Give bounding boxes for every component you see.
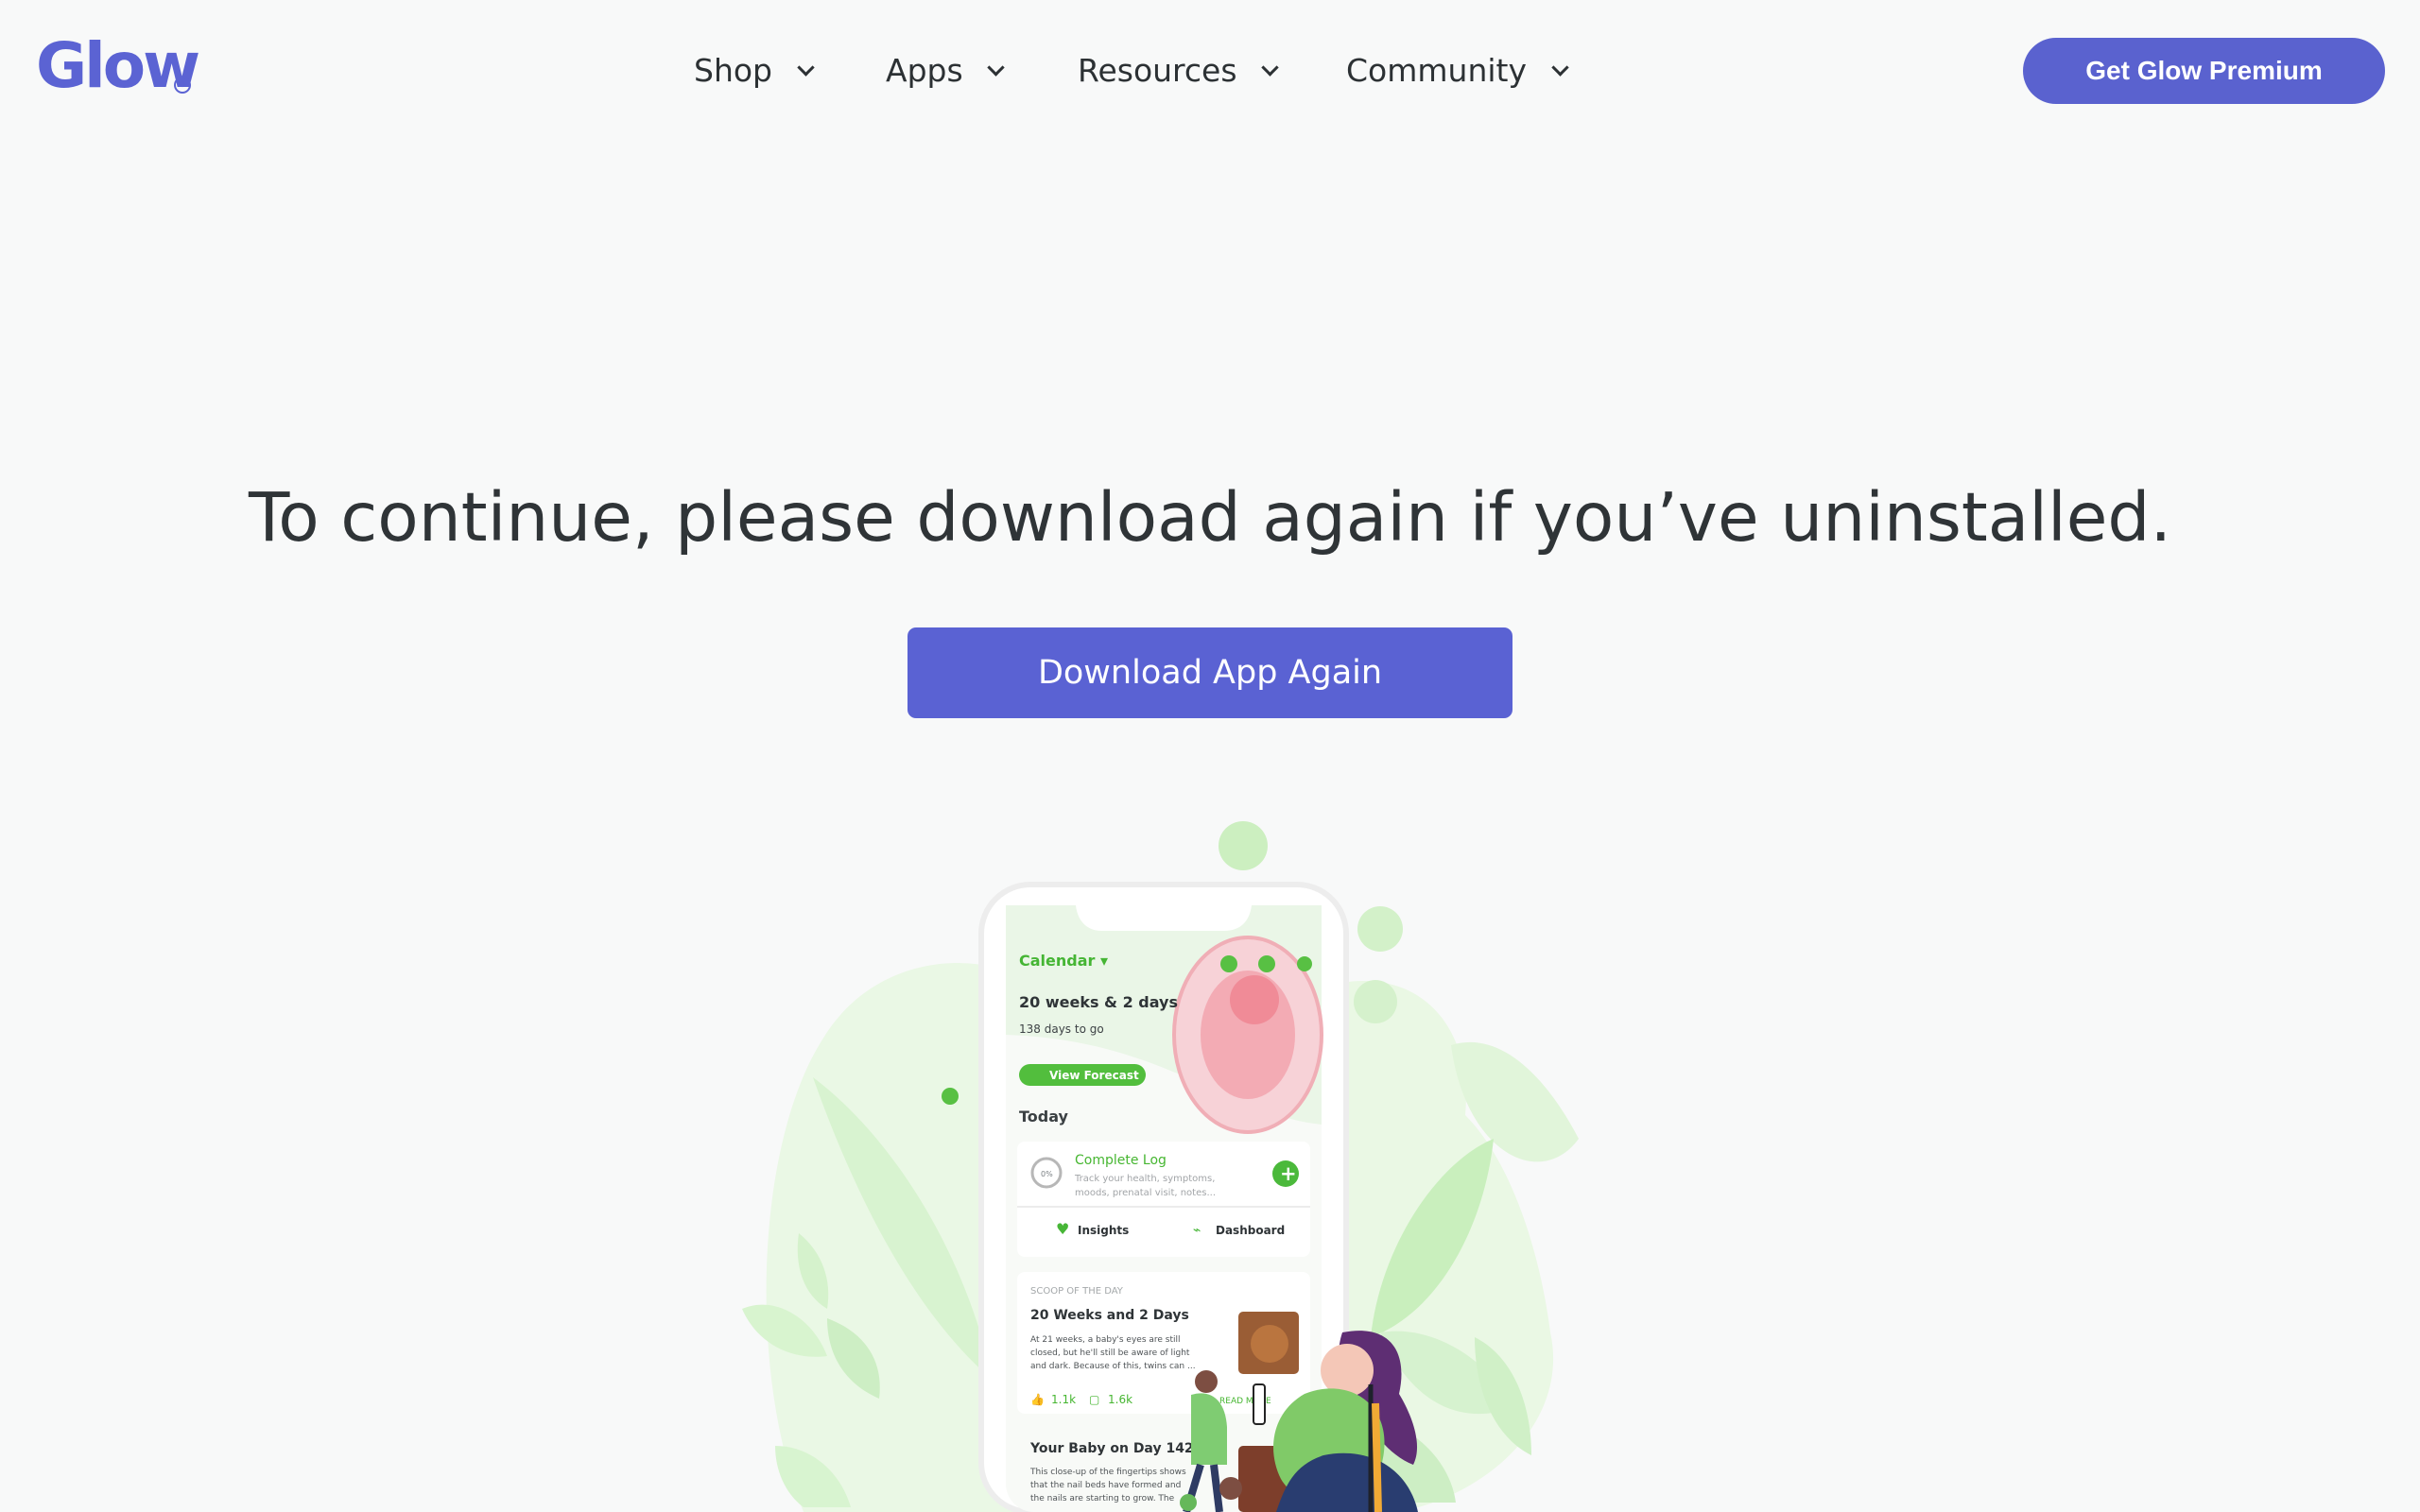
scoop-description-2: closed, but he'll still be aware of ligh… [1030, 1349, 1190, 1358]
comment-icon: ▢ [1089, 1393, 1099, 1406]
today-label: Today [1019, 1108, 1069, 1125]
forecast-button-label: View Forecast [1049, 1069, 1139, 1082]
like-icon: 👍 [1030, 1393, 1045, 1406]
heart-icon: ♥ [1056, 1220, 1069, 1238]
chevron-down-icon [796, 59, 815, 77]
dashboard-label: Dashboard [1216, 1224, 1285, 1237]
page-headline: To continue, please download again if yo… [248, 478, 2172, 557]
get-premium-button[interactable]: Get Glow Premium [2023, 38, 2385, 104]
likes-count: 1.1k [1051, 1393, 1076, 1406]
complete-log-title: Complete Log [1075, 1153, 1167, 1168]
baby-description-2: that the nail beds have formed and [1030, 1481, 1181, 1490]
comments-count: 1.6k [1108, 1393, 1132, 1406]
add-icon: + [1280, 1162, 1297, 1185]
baby-title: Your Baby on Day 142 [1029, 1441, 1194, 1456]
site-header: Glow ® Shop Apps Resources Community Get… [0, 0, 2420, 140]
calendar-label: Calendar ▾ [1019, 952, 1108, 970]
dashboard-icon: ⌁ [1193, 1223, 1201, 1238]
scoop-label: SCOOP OF THE DAY [1030, 1286, 1124, 1297]
log-description-2: moods, prenatal visit, notes... [1075, 1188, 1216, 1198]
baby-description-3: the nails are starting to grow. The [1030, 1494, 1175, 1503]
logo-text: Glow [36, 29, 200, 102]
download-app-button[interactable]: Download App Again [908, 627, 1512, 718]
nav-community[interactable]: Community [1346, 47, 1569, 94]
nav-shop-label: Shop [694, 52, 772, 89]
baby-description-1: This close-up of the fingertips shows [1029, 1468, 1186, 1477]
scoop-title: 20 Weeks and 2 Days [1030, 1308, 1189, 1323]
chevron-down-icon [1261, 59, 1279, 77]
registered-icon: ® [174, 77, 191, 94]
scoop-description-3: and dark. Because of this, twins can ... [1030, 1362, 1196, 1371]
insights-label: Insights [1078, 1224, 1129, 1237]
days-to-go: 138 days to go [1019, 1022, 1104, 1036]
pregnancy-week: 20 weeks & 2 days [1019, 993, 1178, 1011]
nav-apps[interactable]: Apps [886, 47, 1005, 94]
nav-resources-label: Resources [1078, 52, 1237, 89]
chevron-down-icon [1550, 59, 1569, 77]
nav-apps-label: Apps [886, 52, 963, 89]
log-progress: 0% [1041, 1170, 1053, 1178]
nav-community-label: Community [1346, 52, 1527, 89]
nav-shop[interactable]: Shop [694, 47, 815, 94]
nav-resources[interactable]: Resources [1078, 47, 1279, 94]
log-description-1: Track your health, symptoms, [1074, 1174, 1215, 1184]
pregnancy-app-illustration: Calendar ▾ 20 weeks & 2 days 138 days to… [742, 821, 1579, 1512]
glow-logo[interactable]: Glow ® [36, 29, 200, 102]
chevron-down-icon [987, 59, 1005, 77]
scoop-description-1: At 21 weeks, a baby's eyes are still [1030, 1335, 1181, 1345]
